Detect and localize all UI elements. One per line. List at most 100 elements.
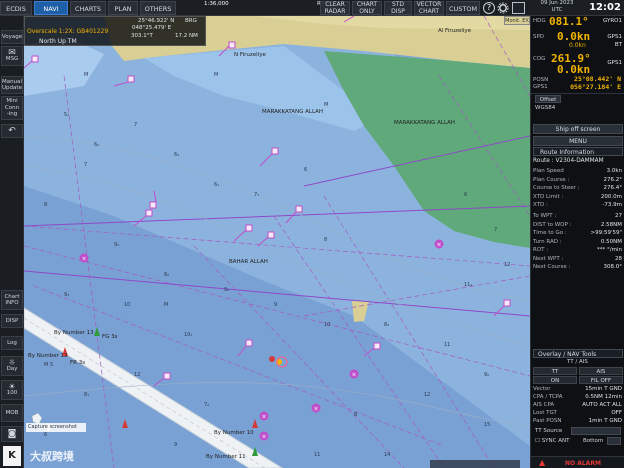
svg-text:8₃: 8₃ <box>384 322 389 328</box>
capture-screenshot-label[interactable]: Capture screenshot <box>26 423 86 432</box>
tt-on-toggle[interactable]: ON <box>533 376 577 384</box>
route-row-label: Next WPT : <box>533 255 564 262</box>
overlay-row-value: OFF <box>611 410 622 416</box>
std-disp-button[interactable]: STD DISP <box>384 1 412 15</box>
svg-text:12: 12 <box>424 392 430 398</box>
msg-label: MSG <box>5 56 19 62</box>
disp-button[interactable]: DISP <box>1 314 23 328</box>
manual-update-button[interactable]: Manual Update <box>1 76 23 94</box>
svg-text:8: 8 <box>44 202 47 208</box>
electronic-chart[interactable]: × × × × × × 5₁ 6₂ 7 6₃ 6₁ 7₃ 6 8 8 9₁ 8₂ 9₂ 9 10 8₃… <box>24 16 530 468</box>
chart-info-box: Overscale 1:2X: GB401229 North Up TM 25°… <box>24 16 206 46</box>
mini-conning-button[interactable]: Mini Conn -ing <box>1 96 23 120</box>
route-row-label: XTD : <box>533 202 548 208</box>
svg-text:8₁: 8₁ <box>84 392 89 398</box>
msg-button[interactable]: ✉ MSG <box>1 46 23 66</box>
route-row-value: 200.0m <box>600 193 622 200</box>
overlay-tools-header[interactable]: Overlay / NAV Tools <box>533 349 623 358</box>
route-row-label: Next Course : <box>533 264 571 270</box>
svg-text:6: 6 <box>304 167 307 173</box>
svg-text:×: × <box>436 242 441 249</box>
left-sidebar: Voyage ✉ MSG Manual Update Mini Conn -ing ↶ … <box>0 16 24 468</box>
plan-tab[interactable]: PLAN <box>108 1 138 15</box>
brg-label: BRG <box>185 18 197 24</box>
route-row-label: XTD Limit : <box>533 193 564 200</box>
alarm-bar[interactable]: ▲ NO ALARM <box>531 456 624 468</box>
svg-text:10₃: 10₃ <box>184 332 192 338</box>
rng-value: 303.1°T <box>131 33 153 39</box>
clock-time: 12:02 <box>589 2 621 13</box>
overscale-text: Overscale 1:2X: GB401229 <box>27 28 109 35</box>
vector-chart-button[interactable]: VECTOR CHART <box>414 1 444 15</box>
svg-text:9₃: 9₃ <box>64 292 69 298</box>
top-toolbar: ECDIS NAVI CHARTS PLAN OTHERS 1:36,000 R… <box>0 0 624 16</box>
day-mode-button[interactable]: ☼ Day <box>1 356 23 376</box>
menu-button[interactable]: MENU <box>533 136 623 146</box>
offset-button[interactable]: Offset <box>535 95 561 103</box>
disp-label: DISP <box>5 317 19 324</box>
svg-text:10: 10 <box>124 302 130 308</box>
route-info-header[interactable]: Route Information <box>533 147 623 156</box>
others-tab[interactable]: OTHERS <box>140 1 176 15</box>
ais-tab[interactable]: AIS <box>579 367 623 375</box>
custom-button[interactable]: CUSTOM <box>446 1 480 15</box>
label-al-firuzeliye: Al Firuzeliye <box>438 28 472 34</box>
svg-text:8: 8 <box>324 237 327 243</box>
chart-only-button[interactable]: CHART ONLY <box>352 1 382 15</box>
bottom-label: Bottom <box>583 438 604 444</box>
route-row-value: 276.2° <box>603 176 623 183</box>
route-row-value: 276.4° <box>603 185 623 191</box>
route-row-value: 0.50NM <box>600 238 622 245</box>
overlay-row-label: Vector <box>533 386 551 392</box>
label-bahar-allah: BAHAR ALLAH <box>229 259 268 265</box>
svg-text:14: 14 <box>384 452 390 458</box>
hdg-label: HDG <box>533 18 546 24</box>
watermark-text: 大叔跨境 <box>30 450 74 463</box>
scale-value: 1:36,000 <box>204 1 229 7</box>
label-by-number-13: By Number 13 <box>54 330 94 336</box>
voyage-button[interactable]: Voyage <box>1 30 23 44</box>
label-fr-3s: FR 3s <box>70 360 85 366</box>
settings-icon[interactable] <box>497 2 509 14</box>
route-row-value: 27 <box>615 213 622 219</box>
ship-off-screen-indicator[interactable]: Ship off screen <box>533 124 623 134</box>
camera-button[interactable]: ◙ <box>1 426 23 442</box>
monitor-icon[interactable] <box>512 2 525 14</box>
ais-filter-toggle[interactable]: FIL OFF <box>579 376 623 384</box>
alarm-status: NO ALARM <box>565 460 601 467</box>
clear-radar-line2: RADAR <box>324 7 346 15</box>
log-button[interactable]: Log <box>1 336 23 350</box>
clear-radar-button[interactable]: CLEAR RADAR <box>320 1 350 15</box>
cursor-lat: 25°46.922' N <box>138 18 175 24</box>
overlay-row-value: 15min T GND <box>585 386 622 392</box>
navi-tab[interactable]: NAVI <box>34 1 68 15</box>
help-icon[interactable]: ? <box>483 2 495 14</box>
route-row-label: ROT : <box>533 247 549 253</box>
utc-label: UTC <box>551 7 563 13</box>
mob-button[interactable]: MOB <box>1 404 23 422</box>
svg-text:11₂: 11₂ <box>464 282 472 288</box>
svg-text:6₁: 6₁ <box>214 182 219 188</box>
svg-text:8: 8 <box>354 412 357 418</box>
bottom-select[interactable] <box>607 437 621 445</box>
svg-text:M S: M S <box>44 362 53 368</box>
back-arrow-button[interactable]: ↶ <box>1 124 23 138</box>
chart-info-button[interactable]: Chart INFO <box>1 290 23 310</box>
sync-ant-checkbox[interactable]: ☐ SYNC ANT <box>535 438 569 444</box>
chart-view[interactable]: × × × × × × 5₁ 6₂ 7 6₃ 6₁ 7₃ 6 8 8 9₁ 8₂ 9₂ 9 10 8₃… <box>24 16 530 468</box>
info-label: INFO <box>5 300 19 306</box>
tt-tab[interactable]: TT <box>533 367 577 375</box>
posn-label: POSN <box>533 77 549 83</box>
monit-ex-button[interactable]: Monit. EX <box>504 16 530 25</box>
charts-tab[interactable]: CHARTS <box>70 1 106 15</box>
route-row-value: *** °/min <box>597 247 622 253</box>
route-row-value: 3.0kn <box>606 168 622 174</box>
overlay-row-label: Past POSN <box>533 418 562 424</box>
ecdis-button[interactable]: ECDIS <box>0 1 32 15</box>
cursor-lon: 048°25.479' E <box>132 25 172 31</box>
brightness-button[interactable]: ☀ 100 <box>1 380 23 400</box>
chart-only-line2: ONLY <box>359 7 375 15</box>
svg-text:12: 12 <box>134 372 140 378</box>
tt-source-select[interactable] <box>571 427 621 435</box>
tt-source-label: TT Source <box>535 428 563 434</box>
